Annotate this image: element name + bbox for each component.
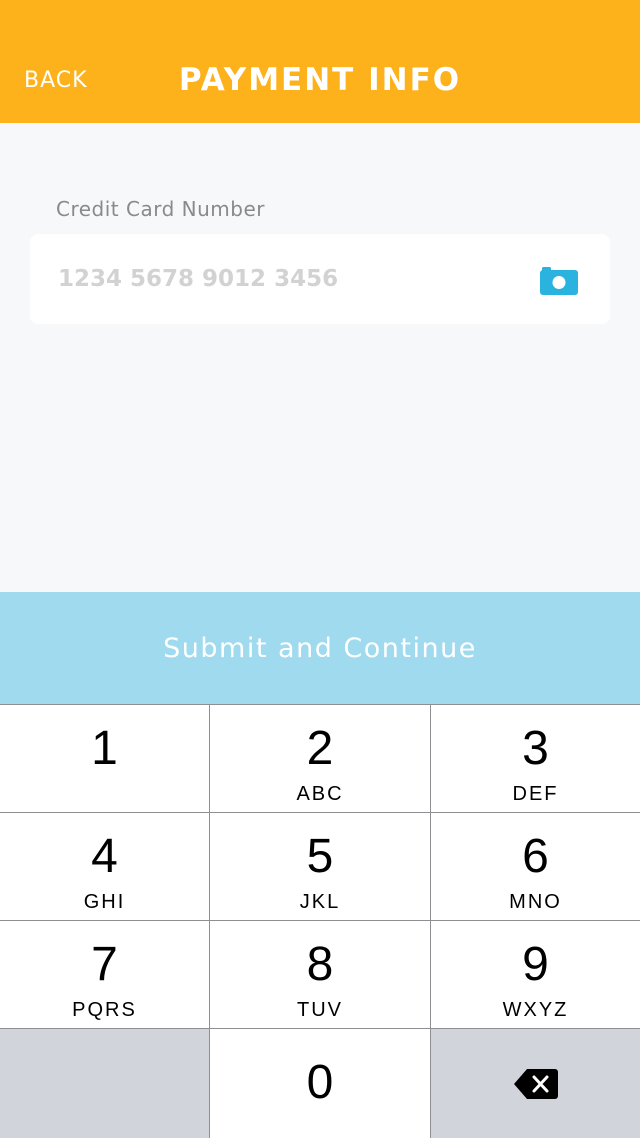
key-letters: JKL [299, 891, 341, 913]
key-digit: 4 [91, 830, 118, 883]
key-blank [0, 1029, 209, 1138]
key-4[interactable]: 4 GHI [0, 813, 209, 920]
key-7[interactable]: 7 PQRS [0, 921, 209, 1028]
key-digit: 1 [91, 722, 118, 775]
key-letters: ABC [296, 783, 344, 805]
key-letters: GHI [83, 891, 126, 913]
key-0[interactable]: 0 [210, 1029, 430, 1138]
camera-icon[interactable] [540, 265, 578, 295]
key-letters: WXYZ [502, 999, 569, 1021]
card-number-field[interactable] [30, 234, 610, 324]
backspace-icon [513, 1068, 558, 1099]
delete-key[interactable] [431, 1029, 640, 1138]
header-bar: BACK PAYMENT INFO [0, 0, 640, 123]
key-8[interactable]: 8 TUV [210, 921, 430, 1028]
key-5[interactable]: 5 JKL [210, 813, 430, 920]
key-digit: 2 [306, 722, 334, 775]
key-digit: 7 [91, 938, 118, 991]
submit-continue-button[interactable]: Submit and Continue [0, 592, 640, 704]
key-digit: 3 [522, 722, 549, 775]
key-digit: 6 [522, 830, 549, 883]
key-digit: 0 [306, 1056, 334, 1109]
key-letters: MNO [509, 891, 562, 913]
card-number-input[interactable] [58, 260, 518, 298]
key-letters: PQRS [72, 999, 137, 1021]
key-1[interactable]: 1 [0, 705, 209, 812]
key-6[interactable]: 6 MNO [431, 813, 640, 920]
key-letters: DEF [512, 783, 559, 805]
key-letters: TUV [297, 999, 343, 1021]
key-2[interactable]: 2 ABC [210, 705, 430, 812]
key-3[interactable]: 3 DEF [431, 705, 640, 812]
key-9[interactable]: 9 WXYZ [431, 921, 640, 1028]
key-digit: 9 [522, 938, 549, 991]
page-title: PAYMENT INFO [178, 62, 462, 98]
card-number-label: Credit Card Number [56, 197, 265, 221]
key-digit: 5 [306, 830, 334, 883]
key-digit: 8 [306, 938, 334, 991]
numeric-keypad: 1 2 ABC 3 DEF 4 GHI 5 JKL 6 MNO 7 PQRS 8… [0, 704, 640, 1138]
